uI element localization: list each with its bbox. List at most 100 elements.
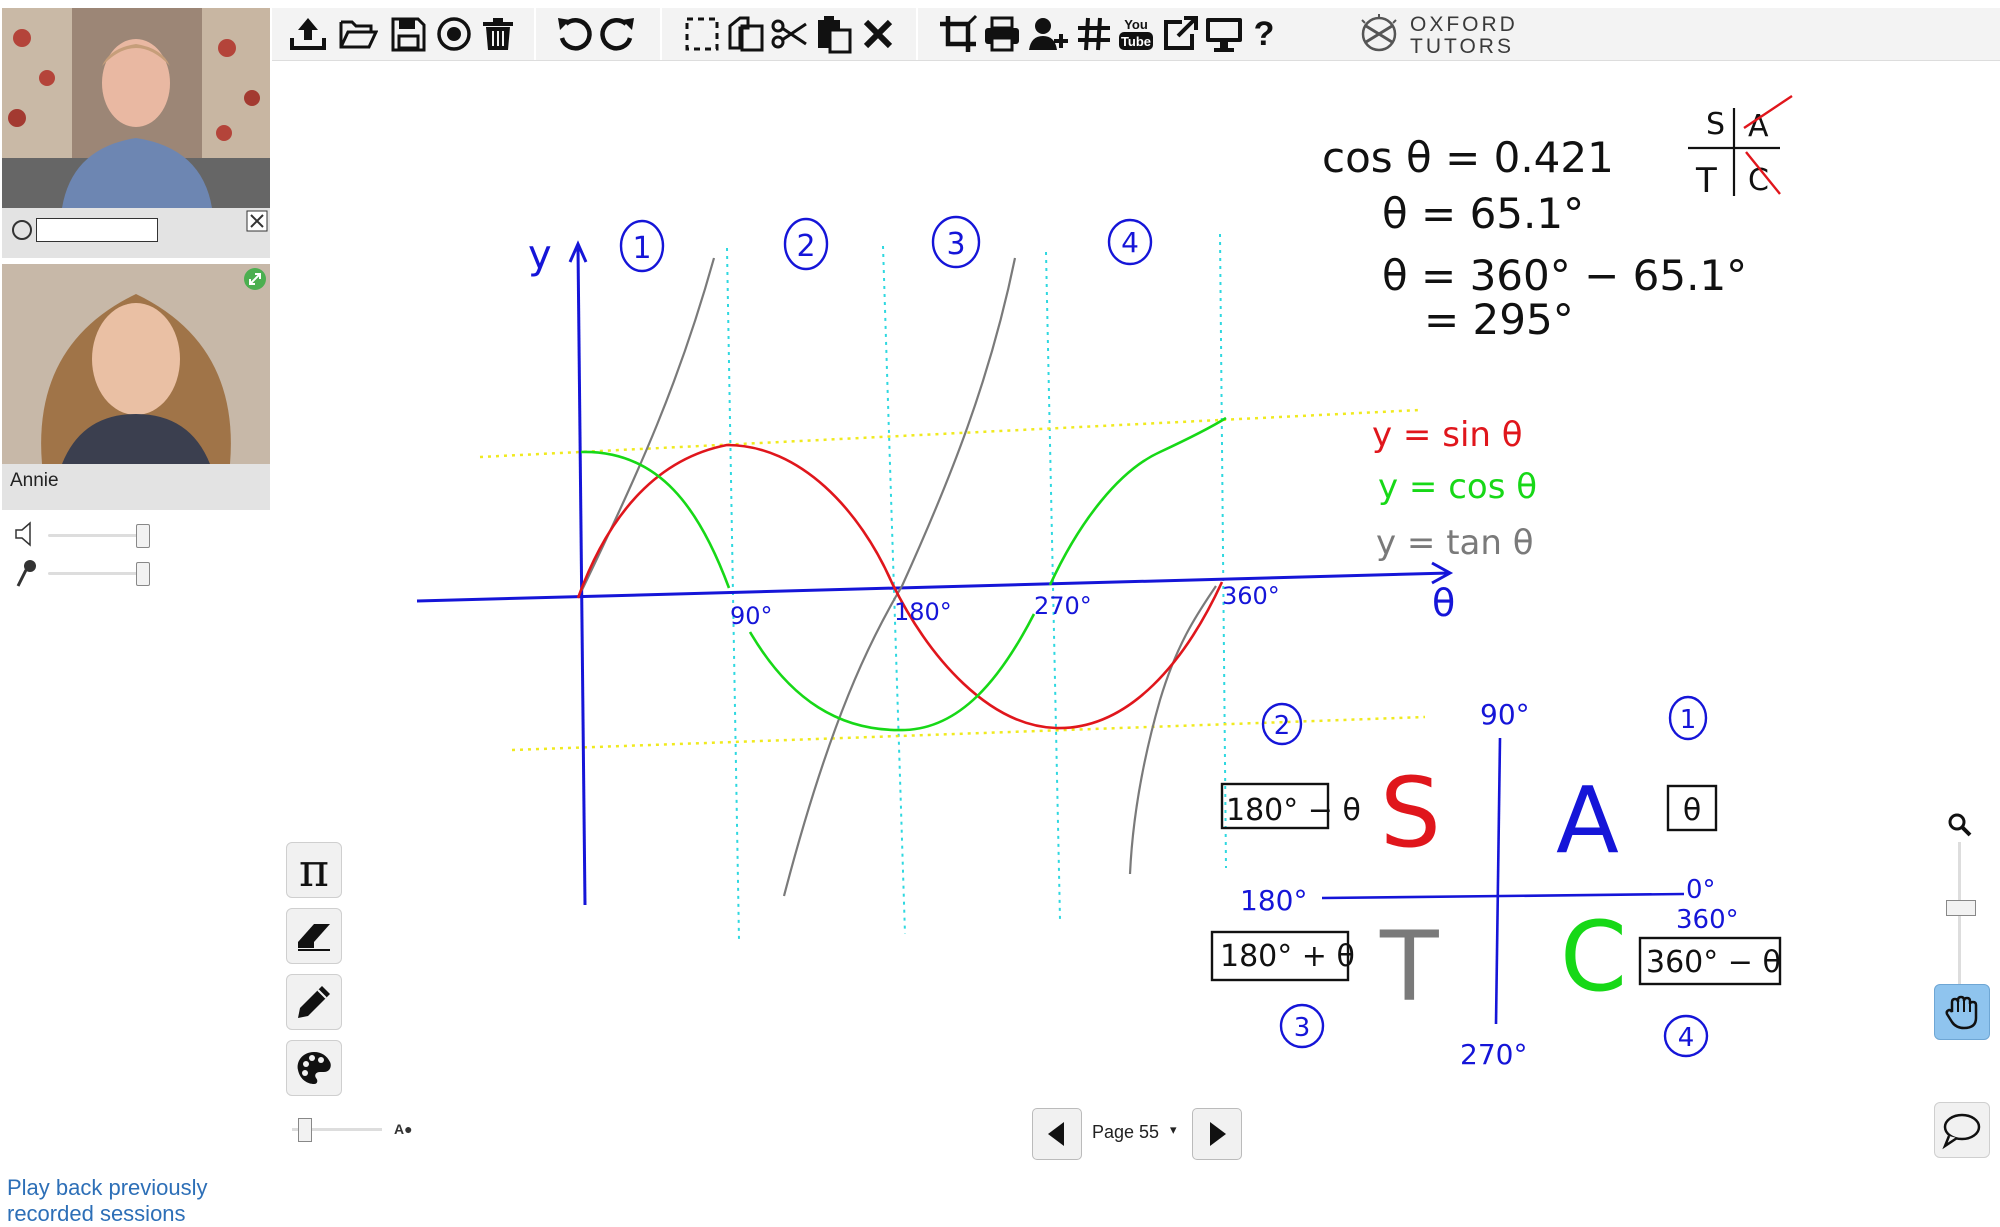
clear-button[interactable] [856, 12, 900, 56]
working-line-1: cos θ = 0.421 [1322, 133, 1614, 182]
upload-button[interactable] [286, 12, 330, 56]
microphone-volume-track[interactable] [48, 572, 148, 575]
color-palette-button[interactable] [286, 1040, 342, 1096]
student-video [2, 264, 270, 464]
close-icon[interactable] [246, 210, 268, 232]
close-icon [863, 19, 893, 49]
copy-icon [728, 16, 764, 52]
main-toolbar: You Tube ? OXFORD TUTORS [272, 8, 2000, 61]
zoom-icon [1948, 813, 1972, 837]
playback-recordings-link[interactable]: Play back previously recorded sessions [7, 1175, 272, 1227]
select-icon [685, 17, 719, 51]
pan-tool-button[interactable] [1934, 984, 1990, 1040]
chat-icon [1942, 1113, 1981, 1150]
previous-page-button[interactable] [1032, 1108, 1082, 1160]
add-user-button[interactable] [1026, 12, 1070, 56]
working-line-3: θ = 360° − 65.1° [1382, 251, 1747, 300]
delete-button[interactable] [476, 12, 520, 56]
expand-video-icon[interactable] [244, 268, 266, 290]
help-button[interactable]: ? [1242, 12, 1286, 56]
trash-icon [483, 18, 513, 50]
cast-label-360: 360° [1676, 905, 1739, 935]
screen-share-button[interactable] [1202, 12, 1246, 56]
divider-180 [882, 245, 906, 935]
mini-cast-diagram: S A T C [1688, 95, 1793, 201]
view-controls [1930, 808, 1994, 1168]
save-button[interactable] [386, 12, 430, 56]
print-button[interactable] [980, 12, 1024, 56]
youtube-icon: You Tube [1119, 17, 1153, 50]
y-axis-label: y [528, 232, 552, 278]
quadrant-number-2: 2 [796, 229, 815, 264]
working-line-2: θ = 65.1° [1382, 189, 1584, 238]
page-number: Page 55 [1092, 1122, 1160, 1142]
monitor-icon [1206, 18, 1242, 52]
logo-text: OXFORD TUTORS [1410, 14, 1518, 58]
open-button[interactable] [336, 12, 380, 56]
cast-letter-a: A [1556, 767, 1619, 874]
pen-size-control: A● [286, 1118, 416, 1142]
palette-icon [297, 1052, 331, 1084]
teacher-name-input[interactable] [36, 218, 158, 242]
amplitude-lines [479, 408, 1426, 752]
pen-button[interactable] [286, 974, 342, 1030]
divider-360 [1219, 233, 1227, 869]
cast-label-90: 90° [1480, 698, 1530, 731]
toolbar-separator [534, 8, 536, 60]
whiteboard-canvas[interactable]: y θ 1 2 3 4 90° 180° 270° 360° y = sin θ… [272, 62, 1912, 1102]
microphone-volume-slider[interactable] [136, 562, 150, 586]
cast-diagram: 90° 180° 0° 360° 270° S A T C 180° − θ θ… [1210, 695, 1782, 1071]
cast-number-3: 3 [1294, 1013, 1311, 1043]
external-link-icon [1164, 16, 1198, 50]
eraser-button[interactable] [286, 908, 342, 964]
redo-button[interactable] [596, 12, 640, 56]
youtube-button[interactable]: You Tube [1114, 12, 1158, 56]
theta-axis-label: θ [1432, 581, 1455, 625]
toolbar-separator [660, 8, 662, 60]
record-icon [437, 17, 471, 51]
student-name: Annie [10, 470, 59, 491]
zoom-slider[interactable] [1946, 900, 1976, 916]
speaker-volume-slider[interactable] [136, 524, 150, 548]
scissors-icon [771, 19, 807, 49]
video-panel: Annie Play back previously recorded sess… [0, 0, 272, 1226]
page-navigator: Page 55 ▾ [1030, 1108, 1242, 1160]
select-button[interactable] [680, 12, 724, 56]
quadrant-number-1: 1 [632, 231, 651, 266]
cast-box-q1-text: θ [1683, 793, 1701, 828]
cast-vertical-axis [1494, 737, 1502, 1025]
cos-branch-1 [580, 450, 731, 589]
eraser-icon [298, 924, 330, 951]
speaker-volume-control [10, 520, 170, 550]
cast-number-1: 1 [1680, 705, 1697, 735]
pen-size-slider[interactable] [298, 1118, 312, 1142]
y-axis [576, 247, 587, 906]
paste-icon [818, 16, 852, 54]
add-user-icon [1029, 18, 1068, 50]
page-dropdown-caret[interactable]: ▾ [1170, 1122, 1177, 1138]
chat-button[interactable] [1934, 1102, 1990, 1158]
arrow-left-icon [1048, 1122, 1064, 1146]
external-link-button[interactable] [1158, 12, 1202, 56]
x-tick-360: 360° [1222, 582, 1280, 610]
undo-button[interactable] [552, 12, 596, 56]
math-symbols-button[interactable]: π [286, 842, 342, 898]
paste-button[interactable] [812, 12, 856, 56]
cut-button[interactable] [768, 12, 812, 56]
mini-cast-t: T [1695, 161, 1717, 201]
x-tick-90: 90° [730, 602, 773, 630]
cos-branch-3 [1048, 416, 1227, 586]
speaker-volume-track[interactable] [48, 534, 148, 537]
max-line [479, 408, 1421, 459]
crest-icon [1361, 14, 1397, 52]
grid-button[interactable] [1072, 12, 1116, 56]
cast-number-4: 4 [1678, 1023, 1695, 1053]
working-line-4: = 295° [1424, 295, 1574, 344]
legend-sin: y = sin θ [1372, 415, 1523, 455]
next-page-button[interactable] [1192, 1108, 1242, 1160]
record-button[interactable] [432, 12, 476, 56]
copy-button[interactable] [724, 12, 768, 56]
crop-button[interactable] [936, 12, 980, 56]
x-tick-270: 270° [1034, 592, 1092, 620]
working-out: cos θ = 0.421 θ = 65.1° θ = 360° − 65.1°… [1322, 133, 1747, 344]
